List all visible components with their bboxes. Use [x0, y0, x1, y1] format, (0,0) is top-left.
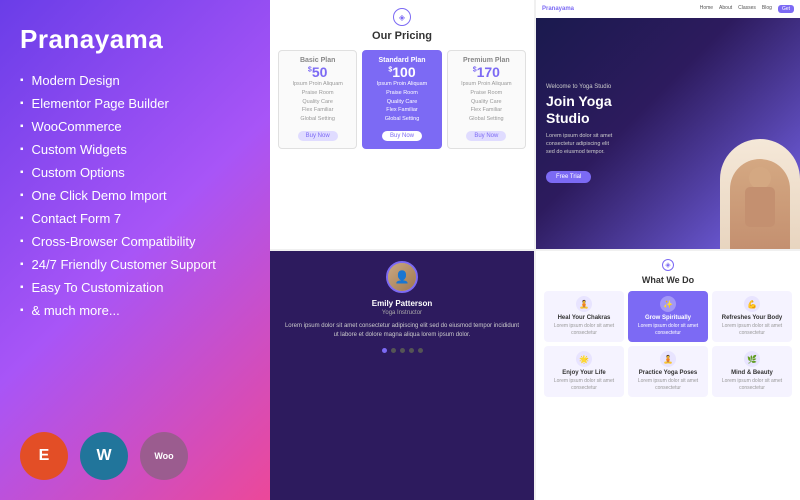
hero-nav-links: Home About Classes Blog Get — [700, 5, 794, 13]
wordpress-icon: W — [80, 432, 128, 480]
right-panel: ◈ Our Pricing Basic Plan $50 Ipsum Proin… — [270, 0, 800, 500]
pricing-icon: ◈ — [393, 8, 411, 26]
basic-buy-button[interactable]: Buy Now — [298, 131, 338, 141]
whatwedo-grid: 🧘 Heal Your Chakras Lorem ipsum dolor si… — [544, 291, 792, 397]
whatwedo-item-title-3: Refreshes Your Body — [716, 315, 788, 321]
standard-plan-features: Ipsum Proin AliquamPraise RoomQuality Ca… — [367, 80, 436, 124]
feature-item: Modern Design — [20, 73, 250, 88]
whatwedo-item-title-5: Practice Yoga Poses — [632, 370, 704, 376]
whatwedo-item-5: 🧘 Practice Yoga Poses Lorem ipsum dolor … — [628, 346, 708, 397]
hero-img-area: Welcome to Yoga Studio Join YogaStudio L… — [536, 18, 800, 249]
whatwedo-item-desc-2: Lorem ipsum dolor sit amet consectetur — [632, 323, 704, 337]
feature-item: & much more... — [20, 303, 250, 318]
whatwedo-item-title-6: Mind & Beauty — [716, 370, 788, 376]
dot-4 — [409, 348, 414, 353]
feature-item: One Click Demo Import — [20, 188, 250, 203]
hero-sub: Welcome to Yoga Studio — [546, 84, 612, 90]
basic-plan: Basic Plan $50 Ipsum Proin AliquamPraise… — [278, 50, 357, 149]
premium-plan-name: Premium Plan — [452, 57, 521, 64]
whatwedo-item-icon-2: ✨ — [660, 296, 676, 312]
whatwedo-item-icon-5: 🧘 — [660, 351, 676, 367]
feature-item: Custom Widgets — [20, 142, 250, 157]
whatwedo-item-desc-5: Lorem ipsum dolor sit amet consectetur — [632, 378, 704, 392]
whatwedo-item-1: 🧘 Heal Your Chakras Lorem ipsum dolor si… — [544, 291, 624, 342]
dot-2 — [391, 348, 396, 353]
hero-cta-button[interactable]: Free Trial — [546, 171, 591, 183]
whatwedo-item-desc-4: Lorem ipsum dolor sit amet consectetur — [548, 378, 620, 392]
hero-desc: Lorem ipsum dolor sit ametconsectetur ad… — [546, 132, 612, 157]
hero-section: Pranayama Home About Classes Blog Get We… — [536, 0, 800, 249]
testimonial-role: Yoga Instructor — [382, 310, 422, 316]
whatwedo-item-6: 🌿 Mind & Beauty Lorem ipsum dolor sit am… — [712, 346, 792, 397]
icon-row: E W Woo — [20, 432, 250, 480]
whatwedo-item-icon-3: 💪 — [744, 296, 760, 312]
whatwedo-item-icon-6: 🌿 — [744, 351, 760, 367]
standard-buy-button[interactable]: Buy Now — [382, 131, 422, 141]
nav-link-classes: Classes — [738, 5, 756, 13]
nav-link-get: Get — [778, 5, 794, 13]
basic-plan-price: $50 — [283, 64, 352, 80]
feature-item: 24/7 Friendly Customer Support — [20, 257, 250, 272]
basic-plan-features: Ipsum Proin AliquamPraise RoomQuality Ca… — [283, 80, 352, 124]
features-list: Modern Design Elementor Page Builder WooCo… — [20, 73, 250, 318]
brand-title: Pranayama — [20, 24, 250, 55]
hero-text-block: Welcome to Yoga Studio Join YogaStudio L… — [546, 84, 612, 182]
whatwedo-item-icon-4: 🌟 — [576, 351, 592, 367]
premium-plan: Premium Plan $170 Ipsum Proin AliquamPra… — [447, 50, 526, 149]
feature-item: WooCommerce — [20, 119, 250, 134]
whatwedo-item-4: 🌟 Enjoy Your Life Lorem ipsum dolor sit … — [544, 346, 624, 397]
testimonial-section: 👤 Emily Patterson Yoga Instructor Lorem … — [270, 251, 534, 500]
testimonial-dots — [382, 348, 423, 353]
basic-plan-name: Basic Plan — [283, 57, 352, 64]
dot-3 — [400, 348, 405, 353]
premium-plan-price: $170 — [452, 64, 521, 80]
whatwedo-item-desc-1: Lorem ipsum dolor sit amet consectetur — [548, 323, 620, 337]
left-panel: Pranayama Modern Design Elementor Page Bu… — [0, 0, 270, 500]
pricing-title: Our Pricing — [372, 30, 432, 42]
whatwedo-item-desc-3: Lorem ipsum dolor sit amet consectetur — [716, 323, 788, 337]
testimonial-avatar: 👤 — [386, 261, 418, 293]
whatwedo-item-desc-6: Lorem ipsum dolor sit amet consectetur — [716, 378, 788, 392]
feature-item: Contact Form 7 — [20, 211, 250, 226]
nav-link-blog: Blog — [762, 5, 772, 13]
whatwedo-section-icon: ◈ — [662, 259, 674, 271]
standard-plan: Standard Plan $100 Ipsum Proin AliquamPr… — [362, 50, 441, 149]
whatwedo-item-icon-1: 🧘 — [576, 296, 592, 312]
feature-item: Cross-Browser Compatibility — [20, 234, 250, 249]
testimonial-name: Emily Patterson — [372, 299, 432, 308]
whatwedo-item-title-2: Grow Spiritually — [632, 315, 704, 321]
dot-5 — [418, 348, 423, 353]
pricing-cols: Basic Plan $50 Ipsum Proin AliquamPraise… — [278, 50, 526, 149]
feature-item: Easy To Customization — [20, 280, 250, 295]
whatwedo-item-3: 💪 Refreshes Your Body Lorem ipsum dolor … — [712, 291, 792, 342]
whatwedo-title-row: ◈ — [544, 259, 792, 271]
elementor-icon: E — [20, 432, 68, 480]
left-top: Pranayama Modern Design Elementor Page Bu… — [20, 24, 250, 326]
testimonial-text: Lorem ipsum dolor sit amet consectetur a… — [282, 322, 522, 340]
standard-plan-price: $100 — [367, 64, 436, 80]
hero-nav-brand: Pranayama — [542, 6, 574, 12]
pricing-section: ◈ Our Pricing Basic Plan $50 Ipsum Proin… — [270, 0, 534, 249]
feature-item: Elementor Page Builder — [20, 96, 250, 111]
hero-nav: Pranayama Home About Classes Blog Get — [536, 0, 800, 18]
whatwedo-item-title-1: Heal Your Chakras — [548, 315, 620, 321]
whatwedo-item-title-4: Enjoy Your Life — [548, 370, 620, 376]
whatwedo-section: ◈ What We Do 🧘 Heal Your Chakras Lorem i… — [536, 251, 800, 500]
dot-1 — [382, 348, 387, 353]
hero-title: Join YogaStudio — [546, 93, 612, 127]
hero-person-image — [720, 139, 800, 249]
nav-link-home: Home — [700, 5, 713, 13]
standard-plan-name: Standard Plan — [367, 57, 436, 64]
premium-plan-features: Ipsum Proin AliquamPraise RoomQuality Ca… — [452, 80, 521, 124]
premium-buy-button[interactable]: Buy Now — [466, 131, 506, 141]
whatwedo-item-2: ✨ Grow Spiritually Lorem ipsum dolor sit… — [628, 291, 708, 342]
nav-link-about: About — [719, 5, 732, 13]
feature-item: Custom Options — [20, 165, 250, 180]
whatwedo-title: What We Do — [544, 275, 792, 285]
woocommerce-icon: Woo — [140, 432, 188, 480]
